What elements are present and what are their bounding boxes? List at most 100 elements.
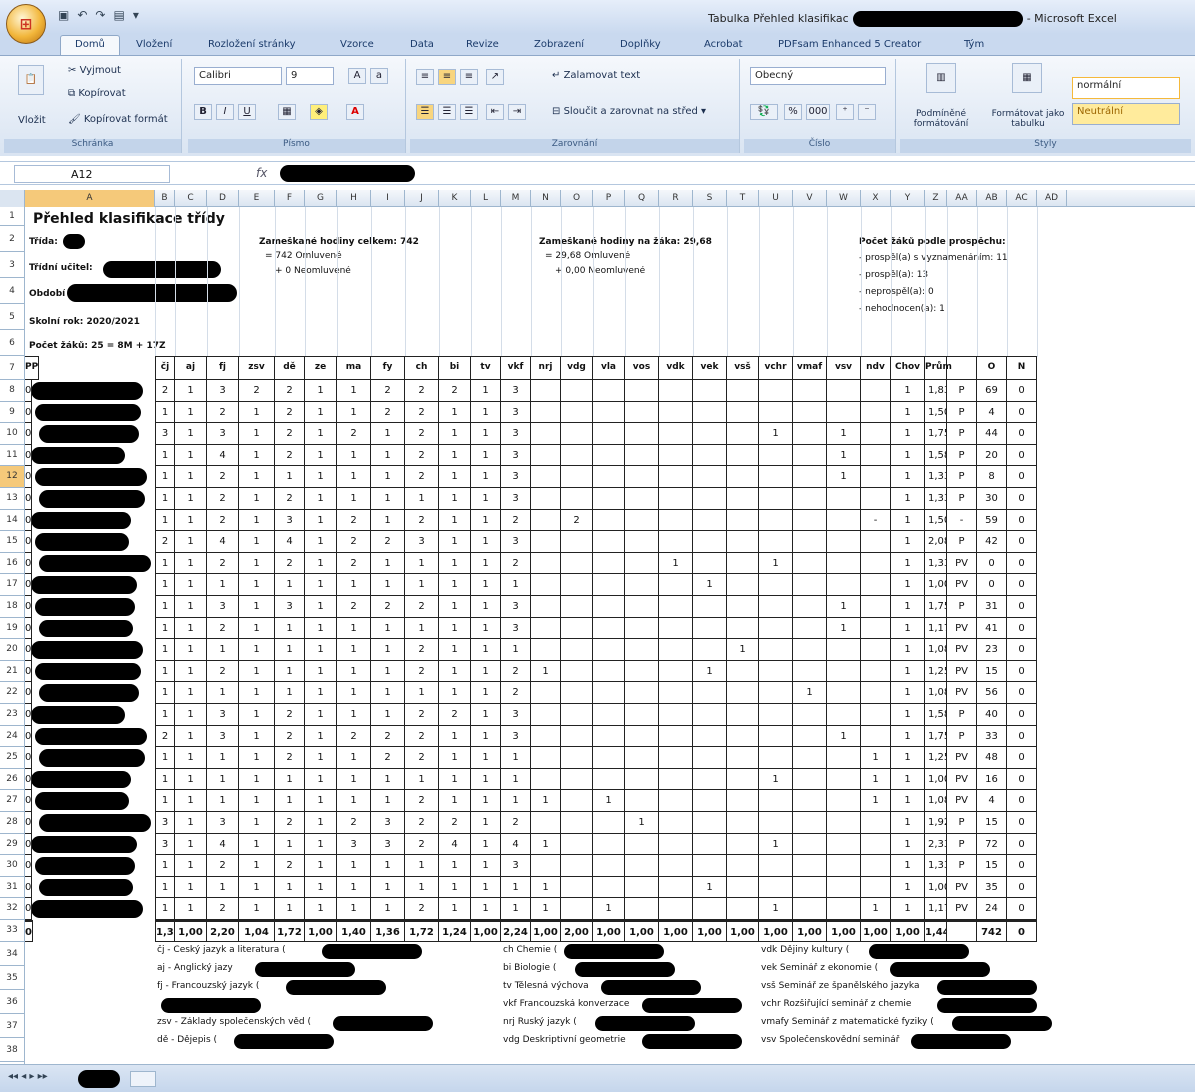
table-cell[interactable]: 2 — [405, 898, 439, 920]
table-cell[interactable] — [727, 552, 759, 575]
col-header-Z[interactable]: Z — [925, 190, 947, 207]
table-cell[interactable]: 0 — [25, 898, 33, 920]
col-header-AA[interactable]: AA — [947, 190, 977, 207]
table-cell[interactable] — [861, 855, 891, 877]
table-cell[interactable] — [759, 488, 793, 510]
table-cell[interactable]: 1 — [439, 725, 471, 748]
row-header-9[interactable]: 9 — [0, 401, 25, 424]
table-cell[interactable]: 1 — [439, 617, 471, 640]
average-cell[interactable]: 0 — [1007, 920, 1037, 942]
table-cell[interactable]: 1,58 — [925, 704, 947, 726]
font-size-box[interactable]: 9 — [286, 67, 334, 85]
table-cell[interactable]: 2 — [405, 660, 439, 683]
table-cell[interactable] — [659, 444, 693, 467]
row-header-17[interactable]: 17 — [0, 574, 25, 596]
table-cell[interactable]: 1 — [175, 596, 207, 618]
table-cell[interactable]: 1 — [155, 596, 175, 618]
table-cell[interactable]: 1,50 — [925, 509, 947, 532]
table-cell[interactable] — [561, 423, 593, 445]
table-cell[interactable]: 48 — [977, 747, 1007, 769]
table-cell[interactable] — [827, 876, 861, 899]
table-cell[interactable]: 1 — [305, 768, 337, 791]
table-cell[interactable]: P — [947, 531, 977, 553]
table-cell[interactable]: 2 — [275, 812, 305, 834]
table-cell[interactable]: 2 — [155, 380, 175, 402]
col-header-G[interactable]: G — [305, 190, 337, 207]
table-cell[interactable]: P — [947, 401, 977, 424]
orientation-icon[interactable]: ↗ — [486, 69, 504, 85]
table-cell[interactable] — [861, 596, 891, 618]
table-cell[interactable] — [827, 488, 861, 510]
table-cell[interactable] — [827, 509, 861, 532]
table-cell[interactable] — [861, 531, 891, 553]
table-cell[interactable]: PV — [947, 552, 977, 575]
table-cell[interactable] — [531, 466, 561, 488]
table-cell[interactable]: 1 — [439, 596, 471, 618]
table-cell[interactable]: 16 — [977, 768, 1007, 791]
col-header-N[interactable]: N — [531, 190, 561, 207]
row-header-12[interactable]: 12 — [0, 466, 25, 488]
table-cell[interactable]: 2 — [207, 552, 239, 575]
table-cell[interactable] — [693, 423, 727, 445]
table-cell[interactable]: 1 — [405, 488, 439, 510]
table-cell[interactable]: 35 — [977, 876, 1007, 899]
table-cell[interactable]: 1 — [371, 574, 405, 596]
table-cell[interactable]: 1 — [471, 855, 501, 877]
table-cell[interactable]: 2 — [371, 725, 405, 748]
col-header-M[interactable]: M — [501, 190, 531, 207]
table-cell[interactable]: 1 — [501, 574, 531, 596]
table-cell[interactable]: 1 — [155, 639, 175, 661]
table-cell[interactable] — [593, 639, 625, 661]
table-cell[interactable] — [727, 509, 759, 532]
table-cell[interactable]: 0 — [1007, 833, 1037, 856]
table-cell[interactable]: 1 — [891, 725, 925, 748]
table-cell[interactable] — [625, 704, 659, 726]
table-cell[interactable]: 1,08 — [925, 639, 947, 661]
office-button[interactable]: ⊞ — [6, 4, 46, 44]
tab-1[interactable]: Vložení — [136, 39, 172, 50]
table-cell[interactable] — [625, 617, 659, 640]
table-cell[interactable]: 0 — [25, 682, 33, 704]
table-cell[interactable]: 2 — [337, 725, 371, 748]
table-cell[interactable] — [593, 833, 625, 856]
table-cell[interactable]: 1 — [501, 768, 531, 791]
table-cell[interactable] — [693, 682, 727, 704]
table-cell[interactable]: 1 — [239, 898, 275, 920]
table-cell[interactable]: 3 — [155, 423, 175, 445]
table-cell[interactable] — [531, 380, 561, 402]
row-header-8[interactable]: 8 — [0, 380, 25, 402]
table-cell[interactable]: PV — [947, 617, 977, 640]
table-cell[interactable] — [793, 380, 827, 402]
table-cell[interactable]: 2 — [405, 833, 439, 856]
table-cell[interactable]: 1 — [891, 401, 925, 424]
table-cell[interactable] — [561, 876, 593, 899]
table-cell[interactable]: 0 — [25, 552, 33, 575]
table-cell[interactable]: 1 — [155, 401, 175, 424]
table-cell[interactable]: 0 — [977, 574, 1007, 596]
table-cell[interactable]: 1 — [471, 466, 501, 488]
table-cell[interactable] — [561, 898, 593, 920]
table-cell[interactable]: 1 — [471, 833, 501, 856]
table-cell[interactable] — [531, 509, 561, 532]
table-cell[interactable]: 3 — [405, 531, 439, 553]
table-cell[interactable]: 4 — [207, 444, 239, 467]
average-cell[interactable]: 1,00 — [891, 920, 925, 942]
table-cell[interactable]: 1 — [337, 488, 371, 510]
table-cell[interactable]: 0 — [25, 768, 33, 791]
table-cell[interactable]: 3 — [501, 423, 531, 445]
table-cell[interactable] — [759, 725, 793, 748]
table-cell[interactable]: 69 — [977, 380, 1007, 402]
table-cell[interactable] — [693, 552, 727, 575]
table-cell[interactable] — [593, 488, 625, 510]
table-cell[interactable]: 3 — [207, 725, 239, 748]
table-cell[interactable]: 1 — [891, 855, 925, 877]
table-cell[interactable] — [693, 704, 727, 726]
table-cell[interactable]: 1 — [471, 531, 501, 553]
table-cell[interactable] — [693, 466, 727, 488]
table-cell[interactable]: 1 — [371, 617, 405, 640]
table-cell[interactable]: P — [947, 466, 977, 488]
table-cell[interactable] — [561, 790, 593, 812]
table-cell[interactable]: 1 — [275, 639, 305, 661]
table-cell[interactable]: 3 — [275, 596, 305, 618]
table-cell[interactable]: 1 — [891, 466, 925, 488]
